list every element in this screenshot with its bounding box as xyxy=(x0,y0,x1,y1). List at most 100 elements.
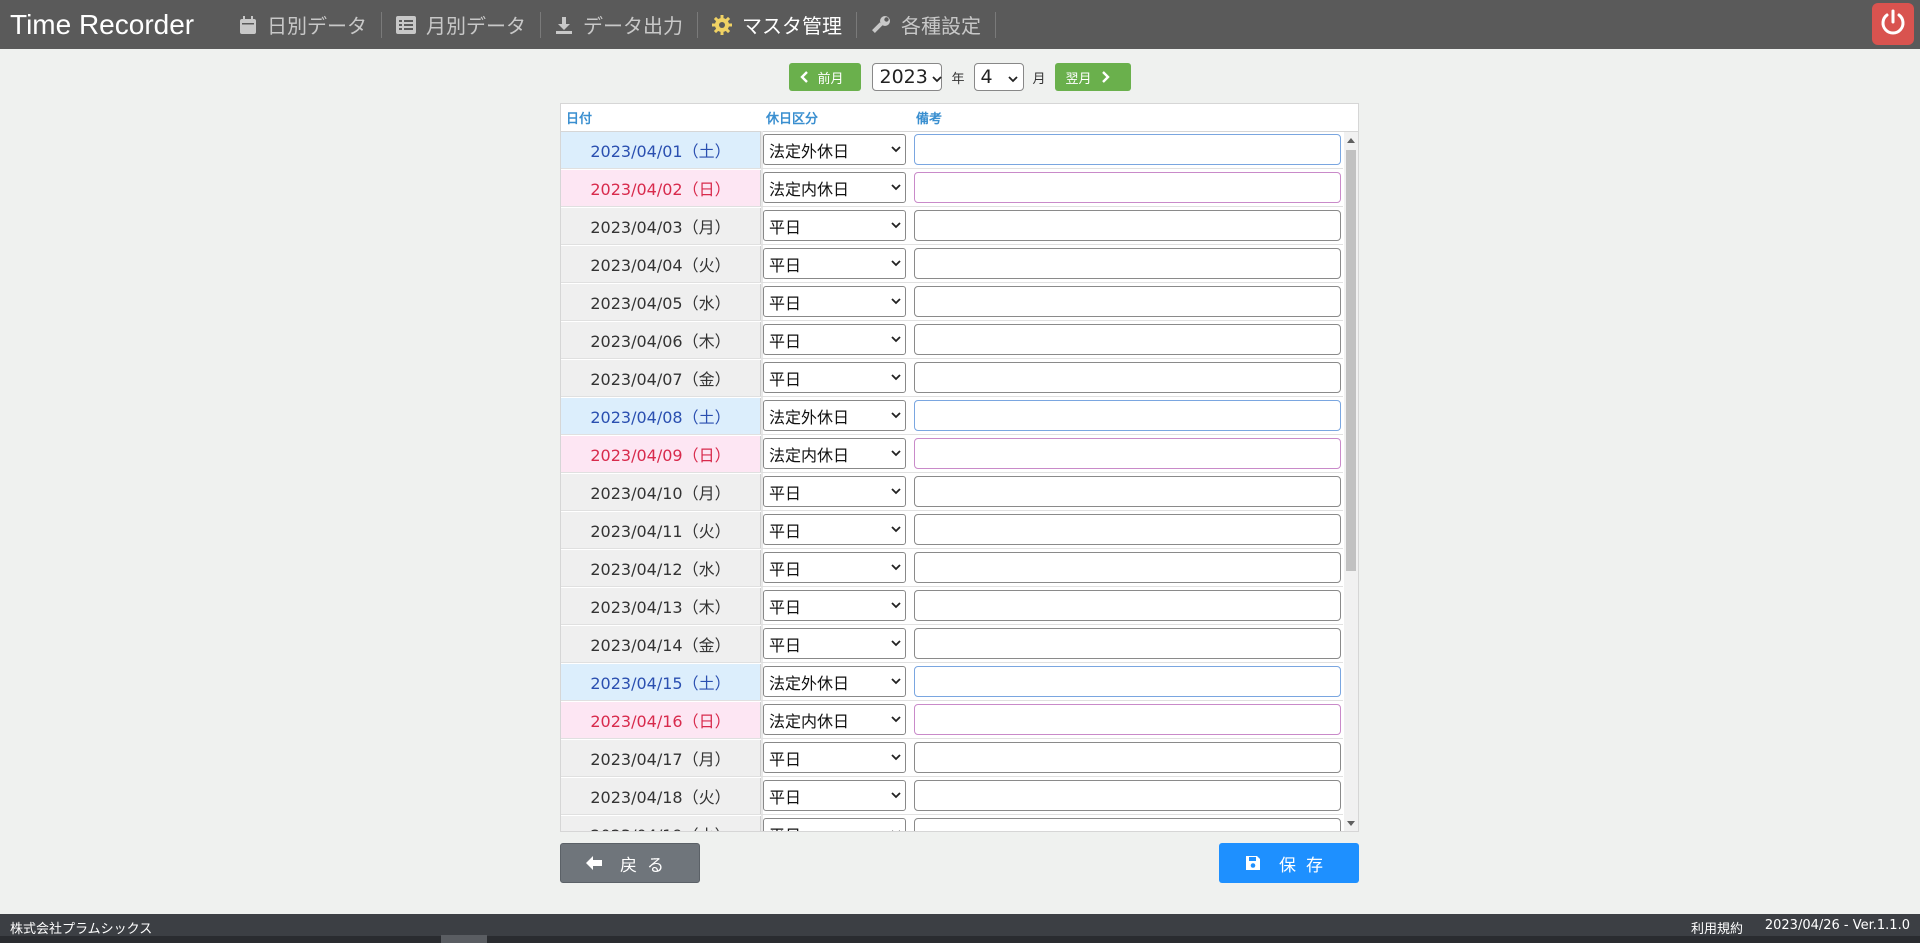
holiday-type-select[interactable]: 法定外休日 xyxy=(763,400,906,431)
chevron-down-icon xyxy=(891,260,901,267)
gear-icon xyxy=(712,14,732,35)
save-button-label: 保存 xyxy=(1279,855,1333,876)
remark-input[interactable] xyxy=(914,742,1341,773)
holiday-type-select[interactable]: 法定外休日 xyxy=(763,134,906,165)
holiday-type-select[interactable]: 平日 xyxy=(763,628,906,659)
remark-input[interactable] xyxy=(914,704,1341,735)
holiday-type-select[interactable]: 平日 xyxy=(763,324,906,355)
month-select[interactable]: 4 xyxy=(973,63,1024,91)
holiday-type-value: 法定外休日 xyxy=(769,407,850,427)
scroll-up-icon[interactable] xyxy=(1346,134,1356,146)
table-row: 2023/04/08（土） 法定外休日 xyxy=(561,398,1343,435)
holiday-type-select[interactable]: 平日 xyxy=(763,742,906,773)
holiday-type-select[interactable]: 法定外休日 xyxy=(763,666,906,697)
scroll-thumb[interactable] xyxy=(1346,150,1356,571)
table-row: 2023/04/16（日） 法定内休日 xyxy=(561,702,1343,739)
remark-input[interactable] xyxy=(914,324,1341,355)
row-date: 2023/04/11（火） xyxy=(561,512,761,548)
row-date: 2023/04/19（水） xyxy=(561,816,761,831)
table-row: 2023/04/01（土） 法定外休日 xyxy=(561,132,1343,169)
remark-input[interactable] xyxy=(914,628,1341,659)
terms-link[interactable]: 利用規約 xyxy=(1691,918,1743,937)
download-icon xyxy=(555,16,573,34)
holiday-type-select[interactable]: 平日 xyxy=(763,590,906,621)
chevron-down-icon xyxy=(891,146,901,153)
row-date: 2023/04/12（水） xyxy=(561,550,761,586)
table-row: 2023/04/15（土） 法定外休日 xyxy=(561,664,1343,701)
holiday-type-select[interactable]: 平日 xyxy=(763,552,906,583)
row-date: 2023/04/17（月） xyxy=(561,740,761,776)
table-row: 2023/04/06（木） 平日 xyxy=(561,322,1343,359)
remark-input[interactable] xyxy=(914,590,1341,621)
remark-input[interactable] xyxy=(914,476,1341,507)
holiday-type-select[interactable]: 平日 xyxy=(763,210,906,241)
holiday-type-select[interactable]: 平日 xyxy=(763,362,906,393)
save-button[interactable]: 保存 xyxy=(1219,843,1359,883)
nav-master-management[interactable]: マスタ管理 xyxy=(698,0,856,49)
chevron-down-icon xyxy=(891,830,901,831)
nav-data-export[interactable]: データ出力 xyxy=(541,0,697,49)
holiday-type-value: 法定外休日 xyxy=(769,673,850,693)
row-date: 2023/04/09（日） xyxy=(561,436,761,472)
table-scrollbar[interactable] xyxy=(1344,132,1358,831)
row-date: 2023/04/01（土） xyxy=(561,132,761,168)
month-value: 4 xyxy=(980,66,993,88)
holiday-type-value: 法定外休日 xyxy=(769,141,850,161)
holiday-type-value: 平日 xyxy=(769,293,802,313)
remark-input[interactable] xyxy=(914,780,1341,811)
remark-input[interactable] xyxy=(914,438,1341,469)
remark-input[interactable] xyxy=(914,400,1341,431)
remark-input[interactable] xyxy=(914,210,1341,241)
holiday-type-select[interactable]: 平日 xyxy=(763,514,906,545)
holiday-type-value: 平日 xyxy=(769,787,802,807)
table-row: 2023/04/13（木） 平日 xyxy=(561,588,1343,625)
chevron-down-icon xyxy=(891,716,901,723)
holiday-type-select[interactable]: 法定内休日 xyxy=(763,704,906,735)
remark-input[interactable] xyxy=(914,248,1341,279)
next-month-label: 翌月 xyxy=(1065,71,1092,87)
holiday-type-select[interactable]: 平日 xyxy=(763,818,906,832)
holiday-type-select[interactable]: 平日 xyxy=(763,780,906,811)
remark-input[interactable] xyxy=(914,818,1341,831)
remark-input[interactable] xyxy=(914,362,1341,393)
holiday-type-value: 平日 xyxy=(769,217,802,237)
holiday-type-select[interactable]: 法定内休日 xyxy=(763,172,906,203)
scroll-down-icon[interactable] xyxy=(1346,817,1356,829)
holiday-type-select[interactable]: 法定内休日 xyxy=(763,438,906,469)
app-title: Time Recorder xyxy=(10,8,195,40)
holiday-type-select[interactable]: 平日 xyxy=(763,286,906,317)
prev-month-button[interactable]: 前月 xyxy=(789,63,862,91)
header-remark: 備考 xyxy=(916,112,943,127)
chevron-down-icon xyxy=(891,602,901,609)
header-date: 日付 xyxy=(566,112,593,127)
save-icon xyxy=(1245,855,1279,871)
remark-input[interactable] xyxy=(914,134,1341,165)
holiday-type-select[interactable]: 平日 xyxy=(763,476,906,507)
holiday-type-select[interactable]: 平日 xyxy=(763,248,906,279)
row-date: 2023/04/08（土） xyxy=(561,398,761,434)
next-month-button[interactable]: 翌月 xyxy=(1054,63,1131,91)
logout-button[interactable] xyxy=(1872,3,1914,45)
app-footer: 株式会社プラムシックス 利用規約 2023/04/26 - Ver.1.1.0 xyxy=(0,914,1920,943)
year-select[interactable]: 2023 xyxy=(872,63,943,91)
calendar-icon xyxy=(239,15,257,35)
chevron-down-icon xyxy=(891,792,901,799)
nav-daily-data[interactable]: 日別データ xyxy=(225,0,381,49)
remark-input[interactable] xyxy=(914,514,1341,545)
back-button[interactable]: 戻る xyxy=(560,843,700,883)
remark-input[interactable] xyxy=(914,666,1341,697)
holiday-type-value: 平日 xyxy=(769,331,802,351)
chevron-down-icon xyxy=(932,66,942,88)
holiday-type-value: 平日 xyxy=(769,822,801,832)
holiday-type-value: 平日 xyxy=(769,369,802,389)
nav-monthly-data[interactable]: 月別データ xyxy=(382,0,540,49)
power-icon xyxy=(1879,8,1907,40)
chevron-down-icon xyxy=(891,488,901,495)
company-name: 株式会社プラムシックス xyxy=(10,922,153,937)
remark-input[interactable] xyxy=(914,172,1341,203)
arrow-left-icon xyxy=(586,856,620,870)
chevron-down-icon xyxy=(891,564,901,571)
remark-input[interactable] xyxy=(914,552,1341,583)
remark-input[interactable] xyxy=(914,286,1341,317)
nav-settings[interactable]: 各種設定 xyxy=(857,0,995,49)
